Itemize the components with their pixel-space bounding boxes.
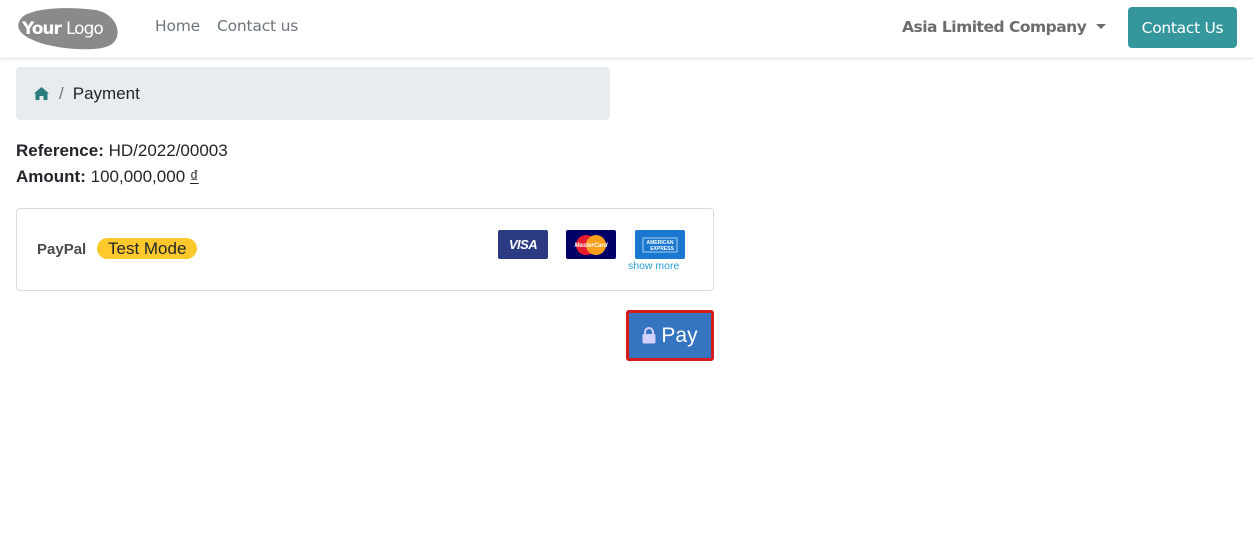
svg-text:MasterCard: MasterCard (574, 243, 607, 249)
currency-symbol: ₫ (189, 167, 199, 186)
amount-value: 100,000,000 (90, 167, 186, 186)
amount-line: Amount: 100,000,000 ₫ (16, 164, 199, 190)
amex-icon: AMERICAN EXPRESS (635, 230, 685, 259)
provider-name: PayPal (37, 241, 87, 258)
show-more-link[interactable]: show more (628, 260, 679, 272)
reference-label: Reference: (16, 141, 104, 160)
breadcrumb: / Payment (16, 67, 610, 120)
svg-text:Your: Your (21, 19, 63, 39)
payment-method-card[interactable]: PayPal Test Mode VISA MasterCard AMERICA… (16, 208, 714, 291)
svg-text:Logo: Logo (66, 19, 103, 39)
test-mode-badge: Test Mode (97, 238, 198, 259)
pay-button-label: Pay (661, 323, 698, 347)
breadcrumb-separator: / (59, 83, 64, 103)
nav-home-link[interactable]: Home (155, 17, 200, 35)
caret-down-icon (1096, 23, 1107, 29)
top-navbar: Your Logo Home Contact us Asia Limited C… (0, 0, 1254, 59)
pay-button[interactable]: Pay (626, 310, 714, 361)
visa-icon: VISA (498, 230, 548, 259)
nav-contact-link[interactable]: Contact us (217, 17, 298, 35)
company-logo[interactable]: Your Logo (16, 6, 120, 50)
amount-label: Amount: (16, 167, 86, 186)
company-dropdown[interactable]: Asia Limited Company (902, 18, 1107, 36)
company-name: Asia Limited Company (902, 18, 1087, 36)
breadcrumb-current: Payment (72, 83, 140, 103)
svg-text:EXPRESS: EXPRESS (650, 246, 674, 252)
lock-icon (642, 327, 656, 344)
mastercard-icon: MasterCard (566, 230, 616, 259)
reference-value: HD/2022/00003 (108, 141, 228, 160)
contact-us-button[interactable]: Contact Us (1128, 7, 1237, 48)
reference-line: Reference: HD/2022/00003 (16, 138, 228, 164)
home-icon[interactable] (33, 86, 50, 101)
